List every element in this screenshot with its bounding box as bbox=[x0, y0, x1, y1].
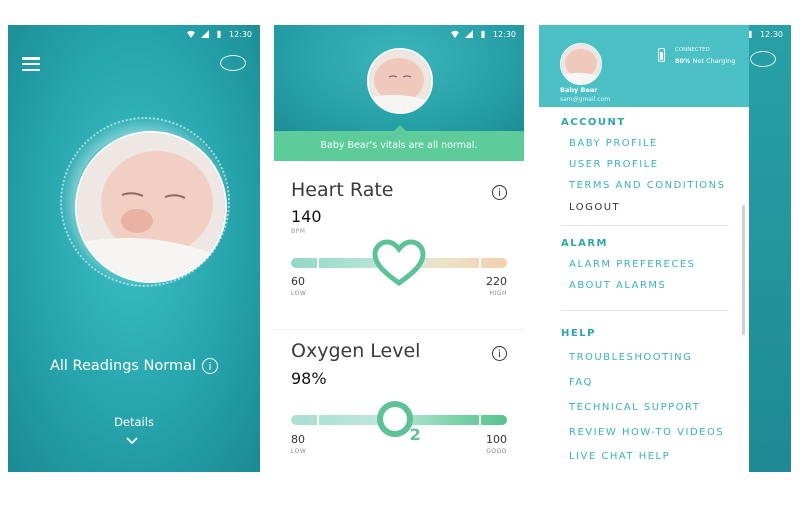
heart-rate-value: 140 bbox=[291, 207, 322, 226]
avatar[interactable] bbox=[560, 43, 602, 85]
heart-rate-high-label: HIGH bbox=[489, 290, 507, 297]
heart-rate-info-icon[interactable]: i bbox=[492, 185, 507, 200]
section-divider bbox=[274, 329, 524, 330]
battery-level-icon bbox=[658, 48, 665, 62]
section-divider bbox=[561, 225, 729, 226]
oxygen-value: 98% bbox=[291, 369, 327, 388]
battery-icon bbox=[481, 30, 485, 38]
baby-photo bbox=[367, 48, 433, 114]
wifi-icon bbox=[186, 30, 195, 38]
signal-icon bbox=[200, 30, 209, 38]
heart-rate-high-value: 220 bbox=[486, 275, 507, 288]
heart-icon[interactable] bbox=[372, 239, 426, 287]
vitals-screen: 12:30 Baby Bear's vitals are all normal.… bbox=[274, 25, 524, 472]
heart-rate-high-tick bbox=[479, 258, 481, 268]
menu-item-alarm-preferences[interactable]: ALARM PREFERECES bbox=[569, 259, 696, 270]
battery-charging-status: Not Charging bbox=[692, 57, 736, 65]
baby-photo bbox=[75, 131, 227, 283]
menu-item-technical-support[interactable]: TECHNICAL SUPPORT bbox=[569, 402, 700, 413]
menu-item-about-alarms[interactable]: ABOUT ALARMS bbox=[569, 280, 666, 291]
oxygen-o2-subscript: 2 bbox=[409, 425, 421, 444]
menu-item-user-profile[interactable]: USER PROFILE bbox=[569, 159, 659, 170]
info-icon[interactable]: i bbox=[202, 358, 219, 374]
signal-icon bbox=[464, 30, 473, 38]
status-time: 12:30 bbox=[228, 29, 252, 39]
menu-item-faq[interactable]: FAQ bbox=[569, 377, 593, 388]
chevron-down-icon[interactable] bbox=[126, 435, 138, 447]
oxygen-high-value: 100 bbox=[486, 433, 507, 446]
status-bar: 12:30 bbox=[274, 25, 524, 43]
battery-status: 80% Not Charging bbox=[675, 57, 735, 65]
oxygen-info-icon[interactable]: i bbox=[492, 346, 507, 361]
heart-rate-low-tick bbox=[317, 258, 319, 268]
oxygen-o2-icon[interactable]: 2 bbox=[374, 398, 424, 448]
profile-name: Baby Bear bbox=[560, 86, 598, 94]
oxygen-low-value: 80 bbox=[291, 433, 305, 446]
status-time: 12:30 bbox=[759, 29, 783, 39]
readings-status-text: All Readings Normal bbox=[49, 358, 197, 374]
nav-drawer: Baby Bear sam@gmail.com CONNECTED 80% No… bbox=[539, 25, 749, 472]
scrollbar[interactable] bbox=[742, 205, 745, 335]
device-icon[interactable] bbox=[220, 55, 246, 71]
menu-item-baby-profile[interactable]: BABY PROFILE bbox=[569, 138, 658, 149]
menu-item-logout[interactable]: LOGOUT bbox=[569, 202, 620, 213]
menu-item-how-to-videos[interactable]: REVIEW HOW-TO VIDEOS bbox=[569, 427, 724, 438]
menu-item-live-chat[interactable]: LIVE CHAT HELP bbox=[569, 451, 670, 462]
connection-status: CONNECTED bbox=[675, 47, 710, 53]
details-button[interactable]: Details bbox=[8, 415, 260, 429]
wifi-icon bbox=[450, 30, 459, 38]
oxygen-low-tick bbox=[317, 415, 319, 425]
menu-icon[interactable] bbox=[22, 57, 40, 72]
section-alarm: ALARM bbox=[561, 238, 609, 249]
heart-rate-low-label: LOW bbox=[291, 290, 307, 297]
home-screen: 12:30 All Readings Normal i Details bbox=[8, 25, 260, 472]
vitals-banner: Baby Bear's vitals are all normal. bbox=[274, 131, 524, 161]
section-divider bbox=[561, 310, 729, 311]
profile-email: sam@gmail.com bbox=[560, 96, 611, 103]
heart-rate-unit: BPM bbox=[291, 228, 306, 235]
status-time: 12:30 bbox=[492, 29, 516, 39]
oxygen-low-label: LOW bbox=[291, 448, 307, 455]
background-screen bbox=[747, 25, 791, 472]
heart-rate-title: Heart Rate bbox=[291, 179, 394, 201]
oxygen-title: Oxygen Level bbox=[291, 340, 421, 362]
section-help: HELP bbox=[561, 328, 596, 339]
menu-item-terms[interactable]: TERMS AND CONDITIONS bbox=[569, 180, 725, 191]
battery-icon bbox=[217, 30, 221, 38]
oxygen-high-tick bbox=[479, 415, 481, 425]
menu-item-troubleshooting[interactable]: TROUBLESHOOTING bbox=[569, 352, 692, 363]
heart-rate-low-value: 60 bbox=[291, 275, 305, 288]
drawer-screen: 12:30 Baby Bear sam@gmail.com CONNECTED … bbox=[539, 25, 791, 472]
battery-percent: 80% bbox=[675, 57, 691, 65]
oxygen-high-label: GOOD bbox=[486, 448, 507, 455]
device-icon[interactable] bbox=[750, 51, 776, 67]
section-account: ACCOUNT bbox=[561, 117, 626, 128]
readings-status: All Readings Normal i bbox=[8, 358, 260, 374]
status-bar: 12:30 bbox=[8, 25, 260, 43]
